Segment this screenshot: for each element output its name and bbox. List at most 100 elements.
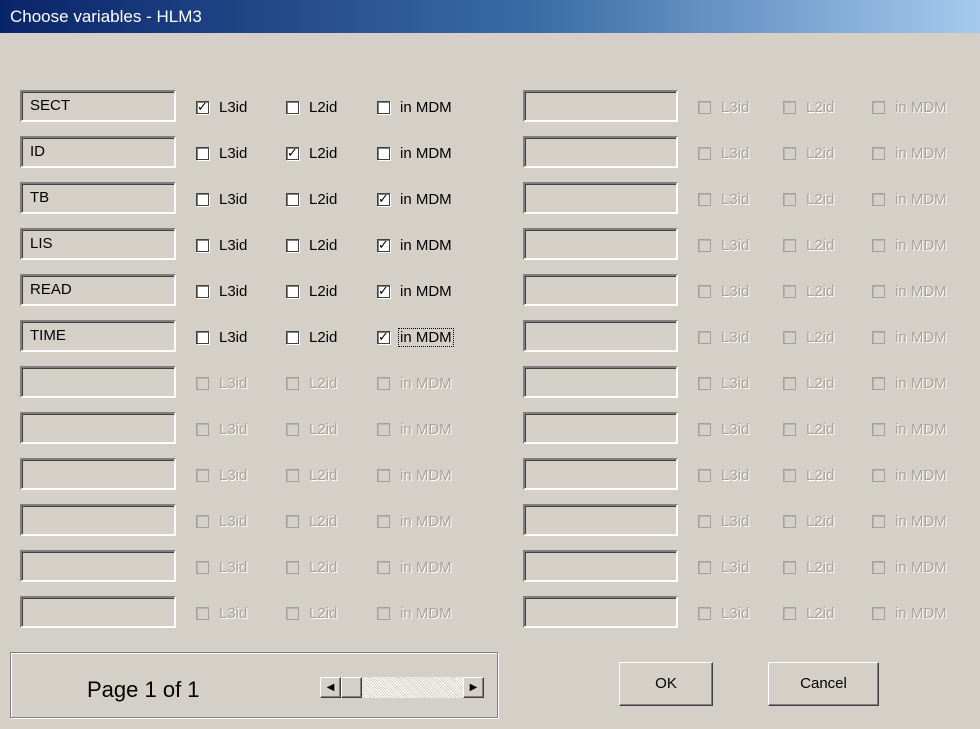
variable-row: READ L3id L2id ✓ in MDM L3id L2id in MDM xyxy=(0,274,980,320)
variable-row: L3id L2id in MDM L3id L2id in MDM xyxy=(0,366,980,412)
checkbox-box xyxy=(872,192,885,206)
checkbox-l2[interactable]: ✓ L2id xyxy=(286,144,338,162)
variable-row: LIS L3id L2id ✓ in MDM L3id L2id in MDM xyxy=(0,228,980,274)
checkbox-l3[interactable]: ✓ L3id xyxy=(196,98,248,116)
variable-field-left[interactable] xyxy=(20,550,176,582)
checkbox-l2[interactable]: L2id xyxy=(286,98,338,116)
checkbox-mdm-right: in MDM xyxy=(872,236,948,254)
checkbox-box xyxy=(286,560,299,574)
variable-field-right[interactable] xyxy=(523,228,678,260)
variable-field-left[interactable] xyxy=(20,366,176,398)
checkbox-label-l3: L3id xyxy=(219,512,248,530)
ok-button[interactable]: OK xyxy=(619,662,713,706)
checkbox-label-l2: L2id xyxy=(806,236,835,254)
checkbox-l2[interactable]: L2id xyxy=(286,236,338,254)
checkbox-box xyxy=(286,422,299,436)
variable-field-left[interactable]: ID xyxy=(20,136,176,168)
checkbox-box xyxy=(196,514,209,528)
checkmark-icon: ✓ xyxy=(377,192,390,206)
checkbox-box xyxy=(196,238,209,252)
checkbox-mdm[interactable]: ✓ in MDM xyxy=(377,282,453,300)
variable-field-right[interactable] xyxy=(523,412,678,444)
variable-field-right[interactable] xyxy=(523,458,678,490)
checkbox-l3-right: L3id xyxy=(698,144,750,162)
variable-field-right[interactable] xyxy=(523,596,678,628)
checkbox-l2[interactable]: L2id xyxy=(286,282,338,300)
variable-field-right[interactable] xyxy=(523,366,678,398)
checkbox-mdm: in MDM xyxy=(377,466,453,484)
checkbox-mdm: in MDM xyxy=(377,604,453,622)
checkbox-mdm[interactable]: in MDM xyxy=(377,144,453,162)
checkbox-box xyxy=(377,100,390,114)
page-indicator: Page 1 of 1 xyxy=(87,677,200,702)
variable-field-left[interactable] xyxy=(20,412,176,444)
variable-field-left[interactable]: TIME xyxy=(20,320,176,352)
variable-field-left[interactable]: LIS xyxy=(20,228,176,260)
checkbox-l3: L3id xyxy=(196,374,248,392)
variable-field-left[interactable]: READ xyxy=(20,274,176,306)
checkbox-l3[interactable]: L3id xyxy=(196,190,248,208)
checkmark-icon: ✓ xyxy=(286,146,299,160)
checkbox-label-l3: L3id xyxy=(721,420,750,438)
checkbox-l2: L2id xyxy=(286,374,338,392)
checkbox-mdm[interactable]: ✓ in MDM xyxy=(377,236,453,254)
window-title-bar[interactable]: Choose variables - HLM3 xyxy=(0,0,980,33)
checkbox-label-l2: L2id xyxy=(806,558,835,576)
checkbox-label-mdm: in MDM xyxy=(895,328,947,346)
checkbox-label-mdm: in MDM xyxy=(895,282,947,300)
checkbox-label-mdm: in MDM xyxy=(400,236,452,254)
variable-field-left[interactable]: SECT xyxy=(20,90,176,122)
cancel-button[interactable]: Cancel xyxy=(768,662,879,706)
checkbox-mdm-right: in MDM xyxy=(872,328,948,346)
checkbox-label-l3: L3id xyxy=(219,374,248,392)
checkbox-box xyxy=(377,376,390,390)
checkbox-l3-right: L3id xyxy=(698,558,750,576)
checkbox-box xyxy=(872,606,885,620)
checkbox-label-l2: L2id xyxy=(309,558,338,576)
checkbox-l3[interactable]: L3id xyxy=(196,328,248,346)
checkbox-box xyxy=(698,422,711,436)
checkbox-label-l3: L3id xyxy=(721,328,750,346)
variable-field-left[interactable]: TB xyxy=(20,182,176,214)
checkbox-mdm[interactable]: in MDM xyxy=(377,98,453,116)
checkbox-l2[interactable]: L2id xyxy=(286,190,338,208)
scroll-right-button[interactable]: ▶ xyxy=(463,677,484,698)
variable-field-right[interactable] xyxy=(523,136,678,168)
variable-field-right[interactable] xyxy=(523,504,678,536)
checkbox-box xyxy=(783,100,796,114)
variable-field-right[interactable] xyxy=(523,550,678,582)
variable-field-right[interactable] xyxy=(523,274,678,306)
variable-field-right[interactable] xyxy=(523,90,678,122)
checkbox-mdm[interactable]: ✓ in MDM xyxy=(377,327,454,347)
checkbox-mdm-right: in MDM xyxy=(872,604,948,622)
variable-field-left[interactable] xyxy=(20,596,176,628)
variable-row: L3id L2id in MDM L3id L2id in MDM xyxy=(0,458,980,504)
checkbox-box xyxy=(286,330,299,344)
checkbox-l3[interactable]: L3id xyxy=(196,236,248,254)
checkbox-label-l2: L2id xyxy=(309,328,338,346)
checkbox-l2[interactable]: L2id xyxy=(286,328,338,346)
checkbox-mdm-right: in MDM xyxy=(872,466,948,484)
scroll-left-button[interactable]: ◀ xyxy=(320,677,341,698)
checkbox-label-mdm: in MDM xyxy=(400,604,452,622)
checkbox-box xyxy=(698,100,711,114)
checkbox-l3[interactable]: L3id xyxy=(196,144,248,162)
checkbox-box xyxy=(698,376,711,390)
checkbox-label-l3: L3id xyxy=(721,98,750,116)
checkbox-l3[interactable]: L3id xyxy=(196,282,248,300)
checkbox-label-l3: L3id xyxy=(219,558,248,576)
variable-field-left[interactable] xyxy=(20,458,176,490)
checkbox-mdm[interactable]: ✓ in MDM xyxy=(377,190,453,208)
variable-field-left[interactable] xyxy=(20,504,176,536)
checkbox-l2-right: L2id xyxy=(783,558,835,576)
checkbox-mdm: in MDM xyxy=(377,374,453,392)
variable-field-right[interactable] xyxy=(523,320,678,352)
checkbox-l2-right: L2id xyxy=(783,282,835,300)
page-scrollbar[interactable]: ◀ ▶ xyxy=(320,677,484,698)
scroll-thumb[interactable] xyxy=(341,677,362,698)
checkbox-box xyxy=(286,238,299,252)
variable-field-right[interactable] xyxy=(523,182,678,214)
checkmark-icon: ✓ xyxy=(377,238,390,252)
checkbox-box xyxy=(698,284,711,298)
variable-row: SECT ✓ L3id L2id in MDM L3id L2id in MDM xyxy=(0,90,980,136)
